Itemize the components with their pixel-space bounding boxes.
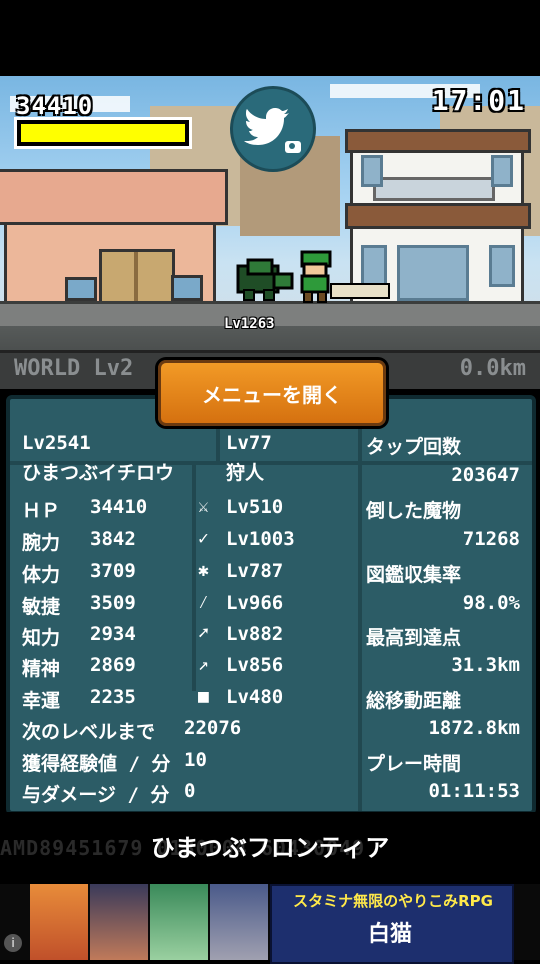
- attr-label-str: 腕力: [22, 532, 61, 554]
- shield-icon: ■: [198, 686, 209, 707]
- player-name: ひまつぶイチロウ: [22, 462, 175, 484]
- camera-icon: [285, 141, 301, 153]
- staff-icon: ↗: [198, 654, 209, 675]
- total-distance-value: 1872.8km: [428, 717, 520, 739]
- attr-value-str: 3842: [90, 528, 136, 550]
- panel-divider: [192, 465, 196, 691]
- house-window: [361, 245, 387, 287]
- info-icon[interactable]: i: [4, 934, 22, 952]
- monsters-defeated-label: 倒した魔物: [366, 500, 462, 522]
- ad-character-portrait: [30, 884, 88, 960]
- attr-value-vit: 3709: [90, 560, 136, 582]
- hp-bar-fill: [21, 124, 185, 142]
- bow-icon: ➚: [198, 623, 209, 644]
- skill-level-shield: Lv480: [226, 686, 284, 708]
- skill-level-spear: Lv966: [226, 592, 284, 614]
- goblin-enemy-sprite: [236, 258, 294, 301]
- sword-sprite: [330, 283, 390, 299]
- house-balcony: [373, 177, 495, 201]
- ad-promo-panel[interactable]: スタミナ無限のやりこみRPG 白猫: [270, 884, 514, 964]
- exp-per-min-label: 獲得経験値 / 分: [22, 753, 171, 775]
- top-black-bar: [0, 0, 540, 76]
- job-name: 狩人: [226, 462, 265, 484]
- skill-level-dagger: Lv1003: [226, 528, 295, 550]
- ad-promo-text: スタミナ無限のやりこみRPG: [293, 892, 493, 910]
- house-window: [65, 277, 97, 301]
- axe-icon: ✱: [198, 560, 209, 581]
- job-level: Lv77: [226, 432, 272, 454]
- attr-label-mnd: 精神: [22, 658, 61, 680]
- attr-label-luk: 幸運: [22, 690, 61, 712]
- attr-value-mnd: 2869: [90, 654, 136, 676]
- collection-rate-value: 98.0%: [462, 592, 520, 614]
- open-menu-button[interactable]: メニューを開く: [158, 360, 386, 426]
- attr-label-vit: 体力: [22, 564, 61, 586]
- game-title: ひまつぶフロンティア: [150, 834, 390, 862]
- ad-logo: 白猫: [368, 921, 413, 947]
- twitter-share-button[interactable]: [230, 86, 316, 172]
- house-roof: [345, 129, 531, 153]
- attr-label-hp: ＨＰ: [22, 500, 61, 522]
- collection-rate-label: 図鑑収集率: [366, 564, 462, 586]
- clock: 17:01: [431, 84, 526, 117]
- attr-value-int: 2934: [90, 623, 136, 645]
- max-reached-label: 最高到達点: [366, 627, 462, 649]
- house-window: [361, 155, 383, 187]
- hp-bar: [14, 117, 192, 149]
- house-window: [491, 155, 513, 187]
- score-counter: 34410: [16, 92, 94, 120]
- ad-character-portrait: [90, 884, 148, 960]
- max-reached-value: 31.3km: [451, 654, 520, 676]
- attr-label-int: 知力: [22, 627, 61, 649]
- tap-count-value: 203647: [451, 464, 520, 486]
- ad-banner[interactable]: スタミナ無限のやりこみRPG 白猫: [0, 884, 540, 964]
- house-window: [171, 275, 203, 301]
- ad-character-portrait: [150, 884, 208, 960]
- world-level-label: WORLD Lv2: [14, 356, 134, 381]
- panel-divider: [358, 399, 362, 811]
- monsters-defeated-value: 71268: [462, 528, 520, 550]
- house-roof: [0, 169, 228, 225]
- attr-value-hp: 34410: [90, 496, 148, 518]
- dmg-per-min-value: 0: [184, 780, 196, 802]
- next-level-value: 22076: [184, 717, 242, 739]
- spear-icon: ⁄: [198, 592, 209, 613]
- total-distance-label: 総移動距離: [366, 690, 462, 712]
- house-window: [397, 245, 469, 301]
- skill-level-bow: Lv882: [226, 623, 284, 645]
- ad-character-portrait: [210, 884, 268, 960]
- player-level: Lv2541: [22, 432, 91, 454]
- tap-count-label: タップ回数: [366, 436, 462, 458]
- sword-icon: ⚔: [198, 496, 209, 517]
- house-window: [489, 245, 515, 287]
- attr-value-agi: 3509: [90, 592, 136, 614]
- house-band: [345, 203, 531, 229]
- next-level-label: 次のレベルまで: [22, 721, 156, 743]
- attr-label-agi: 敏捷: [22, 596, 61, 618]
- dmg-per-min-label: 与ダメージ / 分: [22, 784, 170, 806]
- distance-label: 0.0km: [459, 356, 526, 381]
- dagger-icon: ✓: [198, 528, 209, 549]
- skill-level-axe: Lv787: [226, 560, 284, 582]
- hero-level-tag: Lv1263: [224, 316, 275, 332]
- exp-per-min-value: 10: [184, 749, 207, 771]
- play-time-label: プレー時間: [366, 753, 462, 775]
- skill-level-staff: Lv856: [226, 654, 284, 676]
- skill-level-sword: Lv510: [226, 496, 284, 518]
- play-time-value: 01:11:53: [428, 780, 520, 802]
- attr-value-luk: 2235: [90, 686, 136, 708]
